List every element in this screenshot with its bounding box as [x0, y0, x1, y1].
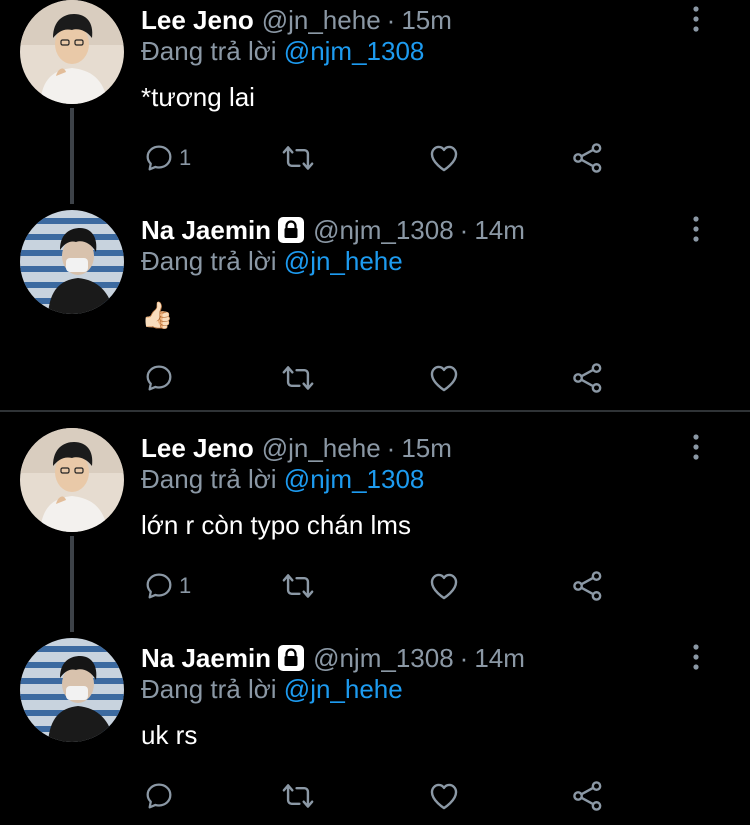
- tweet-actions: 1: [141, 566, 621, 606]
- tweet-header: Na Jaemin @njm_1308 · 14m: [141, 638, 525, 678]
- like-icon: [427, 779, 461, 813]
- like-button[interactable]: [427, 138, 461, 178]
- reply-icon: [143, 570, 175, 602]
- separator: ·: [459, 642, 469, 673]
- replying-to: Đang trả lời @jn_hehe: [141, 246, 403, 277]
- more-icon[interactable]: [683, 642, 709, 672]
- like-button[interactable]: [427, 566, 461, 606]
- retweet-icon: [281, 141, 315, 175]
- reply-icon: [143, 362, 175, 394]
- more-icon[interactable]: [683, 4, 709, 34]
- like-icon: [427, 141, 461, 175]
- replying-to: Đang trả lời @njm_1308: [141, 464, 424, 495]
- retweet-icon: [281, 779, 315, 813]
- replying-to-label: Đang trả lời: [141, 464, 277, 494]
- replying-to-label: Đang trả lời: [141, 246, 277, 276]
- thread-divider: [0, 410, 750, 412]
- reply-button[interactable]: 1: [143, 138, 191, 178]
- share-icon: [571, 779, 605, 813]
- reply-icon: [143, 780, 175, 812]
- share-icon: [571, 569, 605, 603]
- avatar[interactable]: [20, 638, 124, 742]
- tweet-header: Lee Jeno @jn_hehe · 15m: [141, 428, 452, 468]
- reply-button[interactable]: 1: [143, 566, 191, 606]
- tweet-header: Na Jaemin @njm_1308 · 14m: [141, 210, 525, 250]
- separator: ·: [459, 214, 469, 245]
- share-button[interactable]: [571, 776, 605, 816]
- display-name[interactable]: Lee Jeno: [141, 433, 254, 464]
- like-icon: [427, 569, 461, 603]
- share-icon: [571, 361, 605, 395]
- share-icon: [571, 141, 605, 175]
- timestamp: 15m: [401, 4, 452, 35]
- retweet-button[interactable]: [281, 566, 315, 606]
- tweet-item[interactable]: Lee Jeno @jn_hehe · 15m Đang trả lời @nj…: [0, 0, 750, 200]
- tweet-actions: [141, 358, 621, 398]
- tweet-item[interactable]: Na Jaemin @njm_1308 · 14m Đang trả lời @…: [0, 638, 750, 825]
- tweet-header: Lee Jeno @jn_hehe · 15m: [141, 0, 452, 40]
- mention-link[interactable]: @jn_hehe: [284, 674, 403, 704]
- mention-link[interactable]: @njm_1308: [284, 464, 425, 494]
- share-button[interactable]: [571, 138, 605, 178]
- avatar[interactable]: [20, 210, 124, 314]
- retweet-button[interactable]: [281, 138, 315, 178]
- display-name[interactable]: Na Jaemin: [141, 215, 271, 246]
- retweet-button[interactable]: [281, 358, 315, 398]
- timestamp: 14m: [474, 642, 525, 673]
- tweet-text: uk rs: [141, 720, 198, 750]
- tweet-item[interactable]: Na Jaemin @njm_1308 · 14m Đang trả lời @…: [0, 210, 750, 410]
- user-handle: @njm_1308: [313, 642, 454, 673]
- retweet-icon: [281, 361, 315, 395]
- lock-icon: [277, 216, 305, 244]
- retweet-button[interactable]: [281, 776, 315, 816]
- user-handle: @jn_hehe: [261, 4, 381, 35]
- display-name[interactable]: Na Jaemin: [141, 643, 271, 674]
- replying-to-label: Đang trả lời: [141, 36, 277, 66]
- lock-icon: [277, 644, 305, 672]
- like-button[interactable]: [427, 776, 461, 816]
- share-button[interactable]: [571, 358, 605, 398]
- retweet-icon: [281, 569, 315, 603]
- replying-to: Đang trả lời @njm_1308: [141, 36, 424, 67]
- display-name[interactable]: Lee Jeno: [141, 5, 254, 36]
- mention-link[interactable]: @njm_1308: [284, 36, 425, 66]
- reply-icon: [143, 142, 175, 174]
- reply-count: 1: [179, 145, 192, 170]
- like-button[interactable]: [427, 358, 461, 398]
- tweet-text: *tương lai: [141, 82, 255, 112]
- user-handle: @njm_1308: [313, 214, 454, 245]
- tweet-text: lớn r còn typo chán lms: [141, 510, 411, 540]
- reply-count: 1: [179, 573, 192, 598]
- timestamp: 14m: [474, 214, 525, 245]
- more-icon[interactable]: [683, 214, 709, 244]
- reply-button[interactable]: [143, 776, 179, 816]
- separator: ·: [386, 432, 396, 463]
- tweet-actions: [141, 776, 621, 816]
- replying-to-label: Đang trả lời: [141, 674, 277, 704]
- tweet-item[interactable]: Lee Jeno @jn_hehe · 15m Đang trả lời @nj…: [0, 428, 750, 628]
- avatar[interactable]: [20, 428, 124, 532]
- timestamp: 15m: [401, 432, 452, 463]
- mention-link[interactable]: @jn_hehe: [284, 246, 403, 276]
- like-icon: [427, 361, 461, 395]
- avatar[interactable]: [20, 0, 124, 104]
- reply-button[interactable]: [143, 358, 179, 398]
- tweet-actions: 1: [141, 138, 621, 178]
- more-icon[interactable]: [683, 432, 709, 462]
- share-button[interactable]: [571, 566, 605, 606]
- separator: ·: [386, 4, 396, 35]
- user-handle: @jn_hehe: [261, 432, 381, 463]
- replying-to: Đang trả lời @jn_hehe: [141, 674, 403, 705]
- tweet-text: 👍🏻: [141, 300, 174, 330]
